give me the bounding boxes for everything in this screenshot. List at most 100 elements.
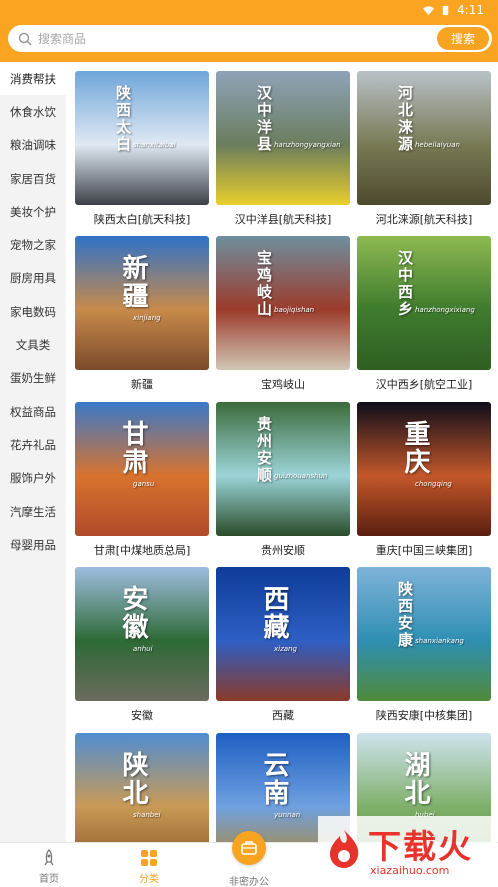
image-caption: 汉中洋县 <box>255 85 273 153</box>
product-label[interactable]: 汉中洋县[航天科技] <box>216 211 350 227</box>
category-sidebar: 消费帮扶 休食水饮 粮油调味 家居百货 美妆个护 宠物之家 厨房用具 家电数码 文具类 蛋奶生鲜权… <box>0 62 66 842</box>
image-subcaption: anhui <box>133 645 153 653</box>
product-label[interactable]: 甘肃[中煤地质总局] <box>75 542 209 558</box>
sidebar-item[interactable]: 宠物之家 <box>0 228 66 261</box>
sidebar-item[interactable]: 服饰户外 <box>0 462 66 495</box>
image-caption: 甘肃 <box>118 420 148 476</box>
wifi-icon <box>423 5 435 15</box>
product-label[interactable]: 重庆[中国三峡集团] <box>357 542 491 558</box>
product-card[interactable]: 西藏 xizang 西藏 <box>216 567 350 723</box>
product-card[interactable]: 汉中洋县 hanzhongyangxian 汉中洋县[航天科技] <box>216 71 350 227</box>
sidebar-item[interactable]: 消费帮扶 <box>0 62 66 96</box>
sidebar-item[interactable]: 家电数码 <box>0 295 66 328</box>
image-caption: 陕北 <box>118 751 148 807</box>
product-card[interactable]: 贵州安顺 guizhouanshun 贵州安顺 <box>216 402 350 558</box>
product-image[interactable]: 甘肃 gansu <box>75 402 209 536</box>
sidebar-item[interactable]: 蛋奶生鲜 <box>0 362 66 395</box>
sidebar-item[interactable]: 休食水饮 <box>0 95 66 128</box>
product-image[interactable]: 西藏 xizang <box>216 567 350 701</box>
image-subcaption: guizhouanshun <box>274 472 328 480</box>
product-image[interactable]: 陕西安康 shanxiankang <box>357 567 491 701</box>
product-card[interactable]: 重庆 chongqing 重庆[中国三峡集团] <box>357 402 491 558</box>
search-bar[interactable]: 搜索商品 搜索 <box>8 25 492 52</box>
image-caption: 西藏 <box>259 585 289 641</box>
product-card[interactable]: 甘肃 gansu 甘肃[中煤地质总局] <box>75 402 209 558</box>
image-subcaption: baojiqishan <box>274 306 315 314</box>
product-image[interactable]: 汉中西乡 hanzhongxixiang <box>357 236 491 370</box>
product-grid: 陕西太白 shanxitaibai 陕西太白[航天科技] 汉中洋县 hanzhongya… <box>66 62 498 842</box>
product-card[interactable]: 宝鸡岐山 baojiqishan 宝鸡岐山 <box>216 236 350 392</box>
status-bar: 4:11 <box>0 0 498 20</box>
product-image[interactable]: 陕西太白 shanxitaibai <box>75 71 209 205</box>
search-icon <box>18 32 32 46</box>
image-caption: 汉中西乡 <box>396 250 414 318</box>
image-caption: 陕西安康 <box>396 581 414 649</box>
product-image[interactable]: 重庆 chongqing <box>357 402 491 536</box>
product-card[interactable]: 陕西安康 shanxiankang 陕西安康[中核集团] <box>357 567 491 723</box>
product-card[interactable]: 陕北 shanbei陕北 <box>75 733 209 842</box>
tab-home[interactable]: 首页 <box>19 849 79 885</box>
image-subcaption: yunnan <box>274 811 301 819</box>
battery-icon <box>442 5 449 15</box>
header-bar: 4:11 搜索商品 搜索 <box>0 0 498 62</box>
image-caption: 陕西太白 <box>114 85 132 153</box>
image-caption: 湖北 <box>400 751 430 807</box>
briefcase-icon <box>241 841 257 855</box>
watermark-url: xiazaihuo.com <box>370 864 450 877</box>
watermark: 下载火 xiazaihuo.com <box>318 816 496 886</box>
tab-home-label: 首页 <box>39 874 59 885</box>
product-image[interactable]: 河北涞源 hebeilaiyuan <box>357 71 491 205</box>
watermark-title: 下载火 <box>368 827 473 866</box>
product-label[interactable]: 河北涞源[航天科技] <box>357 211 491 227</box>
product-card[interactable]: 新疆 xinjiang 新疆 <box>75 236 209 392</box>
product-label[interactable]: 宝鸡岐山 <box>216 376 350 392</box>
product-image[interactable]: 安徽 anhui <box>75 567 209 701</box>
image-caption: 新疆 <box>118 254 148 310</box>
product-label[interactable]: 安徽 <box>75 707 209 723</box>
product-label[interactable]: 陕西安康[中核集团] <box>357 707 491 723</box>
tab-category-label: 分类 <box>139 874 159 885</box>
status-time: 4:11 <box>457 3 484 17</box>
product-card[interactable]: 陕西太白 shanxitaibai 陕西太白[航天科技] <box>75 71 209 227</box>
product-image[interactable]: 贵州安顺 guizhouanshun <box>216 402 350 536</box>
image-subcaption: hanzhongxixiang <box>415 306 475 314</box>
sidebar-item[interactable]: 花卉礼品 <box>0 428 66 461</box>
sidebar-item[interactable]: 汽摩生活 <box>0 495 66 528</box>
product-label[interactable]: 贵州安顺 <box>216 542 350 558</box>
product-image[interactable]: 汉中洋县 hanzhongyangxian <box>216 71 350 205</box>
tab-category[interactable]: 分类 <box>119 849 179 885</box>
tab-office-label[interactable]: 非密办公 <box>219 873 279 887</box>
image-caption: 河北涞源 <box>396 85 414 153</box>
product-label[interactable]: 陕西太白[航天科技] <box>75 211 209 227</box>
product-card[interactable]: 安徽 anhui 安徽 <box>75 567 209 723</box>
image-subcaption: shanxitaibai <box>133 141 176 149</box>
product-image[interactable]: 宝鸡岐山 baojiqishan <box>216 236 350 370</box>
product-image[interactable]: 陕北 shanbei <box>75 733 209 842</box>
product-label[interactable]: 汉中西乡[航空工业] <box>357 376 491 392</box>
search-input[interactable]: 搜索商品 <box>38 30 86 47</box>
office-fab-button[interactable] <box>232 831 266 865</box>
image-subcaption: chongqing <box>415 480 452 488</box>
product-card[interactable]: 汉中西乡 hanzhongxixiang 汉中西乡[航空工业] <box>357 236 491 392</box>
sidebar-item[interactable]: 文具类 <box>0 328 66 361</box>
search-button[interactable]: 搜索 <box>437 27 489 50</box>
image-subcaption: gansu <box>133 480 155 488</box>
sidebar-item[interactable]: 家居百货 <box>0 162 66 195</box>
product-image[interactable]: 新疆 xinjiang <box>75 236 209 370</box>
sidebar-item[interactable]: 厨房用具 <box>0 262 66 295</box>
image-caption: 安徽 <box>118 585 148 641</box>
image-subcaption: shanbei <box>133 811 161 819</box>
product-card[interactable]: 河北涞源 hebeilaiyuan 河北涞源[航天科技] <box>357 71 491 227</box>
sidebar-item[interactable]: 权益商品 <box>0 395 66 428</box>
image-caption: 云南 <box>259 751 289 807</box>
product-label[interactable]: 新疆 <box>75 376 209 392</box>
image-subcaption: hanzhongyangxian <box>274 141 341 149</box>
sidebar-item[interactable]: 母婴用品 <box>0 528 66 561</box>
fire-logo-icon <box>330 830 359 868</box>
grid-icon <box>141 850 157 866</box>
product-label[interactable]: 西藏 <box>216 707 350 723</box>
sidebar-item[interactable]: 美妆个护 <box>0 195 66 228</box>
sidebar-item[interactable]: 粮油调味 <box>0 129 66 162</box>
image-subcaption: hebeilaiyuan <box>415 141 460 149</box>
image-caption: 宝鸡岐山 <box>255 250 273 318</box>
